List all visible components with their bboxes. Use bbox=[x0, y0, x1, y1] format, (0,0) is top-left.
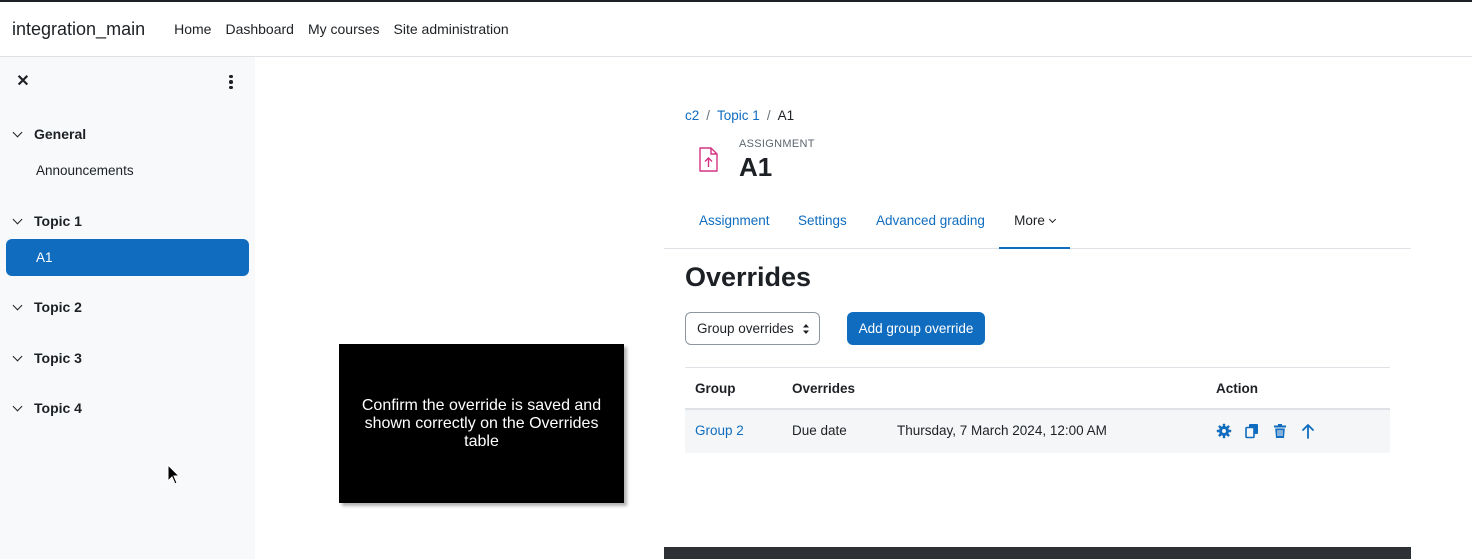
nav-site-administration[interactable]: Site administration bbox=[394, 21, 509, 37]
chevron-down-icon bbox=[12, 127, 23, 137]
site-name[interactable]: integration_main bbox=[12, 19, 145, 40]
tab-more-label: More bbox=[1014, 213, 1045, 228]
group-link[interactable]: Group 2 bbox=[695, 423, 744, 438]
breadcrumb-course[interactable]: c2 bbox=[685, 108, 699, 123]
gear-icon[interactable] bbox=[1216, 423, 1232, 439]
nav-dashboard[interactable]: Dashboard bbox=[225, 21, 294, 37]
override-type-select[interactable]: Group overrides bbox=[685, 312, 820, 345]
section-title: Topic 1 bbox=[34, 213, 82, 229]
add-group-override-button[interactable]: Add group override bbox=[847, 312, 985, 345]
chevron-down-icon bbox=[12, 214, 23, 224]
chevron-down-icon bbox=[1048, 215, 1056, 224]
section-general[interactable]: General bbox=[12, 126, 87, 142]
tab-assignment[interactable]: Assignment bbox=[699, 200, 770, 249]
trash-icon[interactable] bbox=[1272, 423, 1288, 439]
tab-settings[interactable]: Settings bbox=[798, 200, 847, 249]
primary-nav: Home Dashboard My courses Site administr… bbox=[174, 21, 523, 37]
mouse-cursor-icon bbox=[167, 464, 181, 485]
table-row: Group 2 Due date Thursday, 7 March 2024,… bbox=[685, 410, 1390, 453]
section-title: Topic 3 bbox=[34, 350, 82, 366]
top-navbar: integration_main Home Dashboard My cours… bbox=[0, 0, 1472, 57]
select-value: Group overrides bbox=[697, 321, 794, 336]
section-topic-3[interactable]: Topic 3 bbox=[12, 350, 82, 366]
secondary-nav-tabs: Assignment Settings Advanced grading Mor… bbox=[664, 200, 1411, 249]
course-index-drawer: ✕ General Announcements Topic 1 A1 Topic… bbox=[0, 57, 255, 559]
section-title: General bbox=[34, 126, 87, 142]
section-title: Topic 2 bbox=[34, 299, 82, 315]
nav-home[interactable]: Home bbox=[174, 21, 211, 37]
tab-advanced-grading[interactable]: Advanced grading bbox=[876, 200, 985, 249]
select-arrows-icon bbox=[803, 324, 809, 334]
chevron-down-icon bbox=[12, 401, 23, 411]
section-title: Topic 4 bbox=[34, 400, 82, 416]
activity-title: A1 bbox=[739, 152, 773, 182]
header-action: Action bbox=[1216, 381, 1258, 396]
nav-my-courses[interactable]: My courses bbox=[308, 21, 380, 37]
activity-type-label: ASSIGNMENT bbox=[739, 138, 815, 150]
breadcrumb: c2/Topic 1/A1 bbox=[685, 108, 795, 123]
chevron-down-icon bbox=[12, 351, 23, 361]
section-topic-1[interactable]: Topic 1 bbox=[12, 213, 82, 229]
cell-group: Group 2 bbox=[695, 423, 744, 438]
course-item-announcements[interactable]: Announcements bbox=[36, 163, 134, 178]
page-footer bbox=[664, 547, 1411, 559]
close-drawer-icon[interactable]: ✕ bbox=[14, 73, 32, 91]
breadcrumb-section[interactable]: Topic 1 bbox=[717, 108, 760, 123]
page-title: Overrides bbox=[685, 262, 812, 292]
header-group: Group bbox=[695, 381, 736, 396]
tab-more[interactable]: More bbox=[999, 200, 1070, 249]
copy-icon[interactable] bbox=[1244, 423, 1260, 439]
cell-override-label: Due date bbox=[792, 423, 847, 438]
breadcrumb-current: A1 bbox=[777, 108, 795, 123]
section-topic-4[interactable]: Topic 4 bbox=[12, 400, 82, 416]
course-item-a1-active[interactable]: A1 bbox=[6, 239, 249, 276]
assignment-upload-icon bbox=[699, 147, 718, 172]
kebab-menu-icon[interactable] bbox=[222, 72, 240, 92]
header-overrides: Overrides bbox=[792, 381, 856, 396]
overrides-table: Group Overrides Action Group 2 Due date … bbox=[685, 367, 1390, 453]
table-header: Group Overrides Action bbox=[685, 367, 1390, 410]
instruction-text: Confirm the override is saved and shown … bbox=[361, 396, 602, 450]
instruction-overlay: Confirm the override is saved and shown … bbox=[339, 344, 624, 503]
section-topic-2[interactable]: Topic 2 bbox=[12, 299, 82, 315]
arrow-up-icon[interactable] bbox=[1300, 423, 1316, 439]
cell-override-value: Thursday, 7 March 2024, 12:00 AM bbox=[897, 423, 1107, 438]
chevron-down-icon bbox=[12, 300, 23, 310]
